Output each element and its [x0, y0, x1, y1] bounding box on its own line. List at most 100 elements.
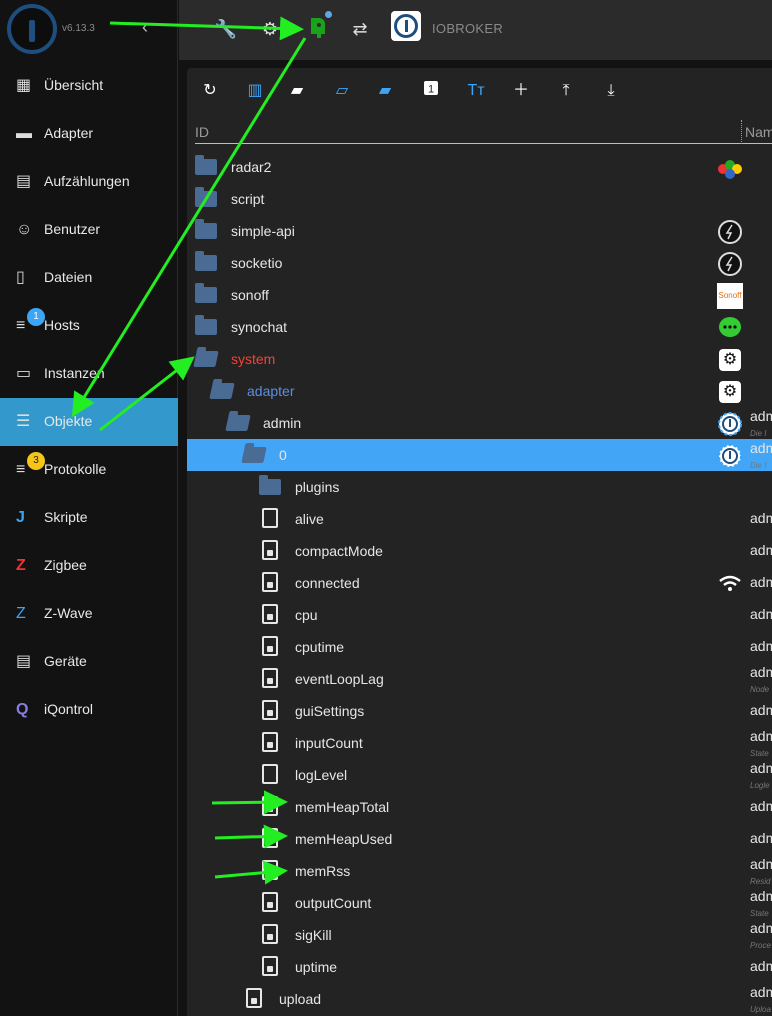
folder-icon[interactable]: [195, 283, 217, 304]
expand-all-icon[interactable]: ▱: [331, 80, 353, 102]
wrench-icon[interactable]: 🔧: [213, 16, 239, 42]
tree-row[interactable]: radar2: [187, 151, 772, 183]
sidebar-item-übersicht[interactable]: ▦ Übersicht: [0, 62, 178, 110]
folder-open-icon[interactable]: [241, 444, 267, 464]
tree-row[interactable]: inputCount adm State: [187, 727, 772, 759]
column-name-header[interactable]: Nam: [745, 124, 772, 140]
column-id-header[interactable]: ID: [195, 124, 209, 140]
expert-mode-icon[interactable]: [303, 16, 329, 42]
state-icon[interactable]: [259, 764, 281, 784]
tree-row[interactable]: upload adm Uploa: [187, 983, 772, 1015]
sidebar-item-benutzer[interactable]: ☺ Benutzer: [0, 206, 178, 254]
sidebar-item-geräte[interactable]: ▤ Geräte: [0, 638, 178, 686]
tree-row[interactable]: memHeapTotal adm: [187, 791, 772, 823]
settings-gear-icon[interactable]: ⚙: [257, 16, 283, 42]
tree-row[interactable]: socketio: [187, 247, 772, 279]
tree-row-id: plugins: [295, 479, 340, 495]
sidebar-item-protokolle[interactable]: ≡ Protokolle 3: [0, 446, 178, 494]
folder-icon[interactable]: [195, 251, 217, 272]
iobroker-logo[interactable]: [7, 4, 57, 54]
tree-row[interactable]: admin adm Die I: [187, 407, 772, 439]
folder-icon[interactable]: [195, 315, 217, 336]
folder-icon[interactable]: [259, 475, 281, 496]
locked-state-icon[interactable]: [259, 828, 281, 848]
locked-state-icon[interactable]: [259, 668, 281, 688]
expand-one-level-icon[interactable]: 1: [420, 80, 442, 102]
locked-state-icon[interactable]: [259, 956, 281, 976]
state-icon[interactable]: [259, 508, 281, 528]
sidebar-item-instanzen[interactable]: ▭ Instanzen: [0, 350, 178, 398]
folder-icon[interactable]: [195, 219, 217, 240]
sidebar-item-dateien[interactable]: ▯ Dateien: [0, 254, 178, 302]
collapse-all-icon[interactable]: ▰: [374, 80, 396, 102]
sidebar-item-aufzählungen[interactable]: ▤ Aufzählungen: [0, 158, 178, 206]
sync-off-icon[interactable]: ⇄: [347, 16, 373, 42]
locked-state-icon[interactable]: [259, 796, 281, 816]
folder-icon[interactable]: ▰: [286, 80, 308, 102]
tree-row[interactable]: uptime adm: [187, 951, 772, 983]
tree-row[interactable]: simple-api: [187, 215, 772, 247]
tree-row[interactable]: compactMode adm: [187, 535, 772, 567]
tree-row[interactable]: plugins: [187, 471, 772, 503]
sidebar-item-adapter[interactable]: ▬ Adapter: [0, 110, 178, 158]
tree-row[interactable]: logLevel adm Logle: [187, 759, 772, 791]
simple-api-icon: [717, 219, 743, 245]
locked-state-icon[interactable]: [259, 636, 281, 656]
socketio-icon: [717, 251, 743, 277]
column-resize-handle[interactable]: [741, 120, 743, 144]
tree-row[interactable]: sonoff Sonoff: [187, 279, 772, 311]
download-icon[interactable]: ⤓: [600, 80, 622, 102]
locked-state-icon[interactable]: [259, 604, 281, 624]
tree-row[interactable]: connected adm: [187, 567, 772, 599]
tree-row-description: State: [750, 909, 769, 918]
locked-state-icon[interactable]: [259, 924, 281, 944]
locked-state-icon[interactable]: [243, 988, 265, 1008]
system-gear-icon: ⚙: [717, 347, 743, 373]
locked-state-icon[interactable]: [259, 540, 281, 560]
tree-row[interactable]: 0 adm Die I: [187, 439, 772, 471]
tree-row-name: adm: [750, 798, 772, 814]
tree-row-description: Proce: [750, 941, 771, 950]
folder-open-icon[interactable]: [193, 348, 219, 368]
upload-icon[interactable]: ⤒: [555, 80, 577, 102]
tree-row[interactable]: memRss adm Resid: [187, 855, 772, 887]
locked-state-icon[interactable]: [259, 700, 281, 720]
sidebar-item-skripte[interactable]: J Skripte: [0, 494, 178, 542]
tree-row-description: Logle: [750, 781, 770, 790]
sidebar-item-iqontrol[interactable]: QiQontrol: [0, 686, 178, 734]
tree-row[interactable]: cpu adm: [187, 599, 772, 631]
sidebar-item-label: Zigbee: [44, 557, 87, 573]
tree-row[interactable]: guiSettings adm: [187, 695, 772, 727]
folder-open-icon[interactable]: [225, 412, 251, 432]
folder-icon[interactable]: [195, 155, 217, 176]
tree-row-id: simple-api: [231, 223, 295, 239]
refresh-icon[interactable]: ↻: [199, 80, 221, 102]
folder-icon[interactable]: [195, 187, 217, 208]
locked-state-icon[interactable]: [259, 732, 281, 752]
add-object-icon[interactable]: ＋: [510, 80, 532, 102]
folder-open-icon[interactable]: [209, 380, 235, 400]
sidebar-item-z-wave[interactable]: Z Z-Wave: [0, 590, 178, 638]
tree-row[interactable]: memHeapUsed adm: [187, 823, 772, 855]
tree-row[interactable]: sigKill adm Proce: [187, 919, 772, 951]
tree-row-description: Uploa: [750, 1005, 771, 1014]
locked-state-icon[interactable]: [259, 860, 281, 880]
locked-state-icon[interactable]: [259, 572, 281, 592]
tree-row-name: adm: [750, 728, 772, 744]
sidebar-item-zigbee[interactable]: Z Zigbee: [0, 542, 178, 590]
locked-state-icon[interactable]: [259, 892, 281, 912]
tree-row[interactable]: synochat: [187, 311, 772, 343]
tree-row[interactable]: alive adm: [187, 503, 772, 535]
tree-row[interactable]: cputime adm: [187, 631, 772, 663]
tree-row[interactable]: eventLoopLag adm Node: [187, 663, 772, 695]
columns-icon[interactable]: ▥: [244, 80, 266, 102]
tree-row[interactable]: system ⚙: [187, 343, 772, 375]
sidebar-item-hosts[interactable]: ≡ Hosts 1: [0, 302, 178, 350]
tree-row[interactable]: outputCount adm State: [187, 887, 772, 919]
collapse-menu-icon[interactable]: ‹: [142, 17, 148, 38]
tree-row[interactable]: script: [187, 183, 772, 215]
tree-row[interactable]: adapter ⚙: [187, 375, 772, 407]
sidebar-item-objekte[interactable]: ☰ Objekte: [0, 398, 178, 446]
svg-text:1: 1: [428, 84, 434, 96]
text-size-icon[interactable]: Tт: [465, 80, 487, 102]
